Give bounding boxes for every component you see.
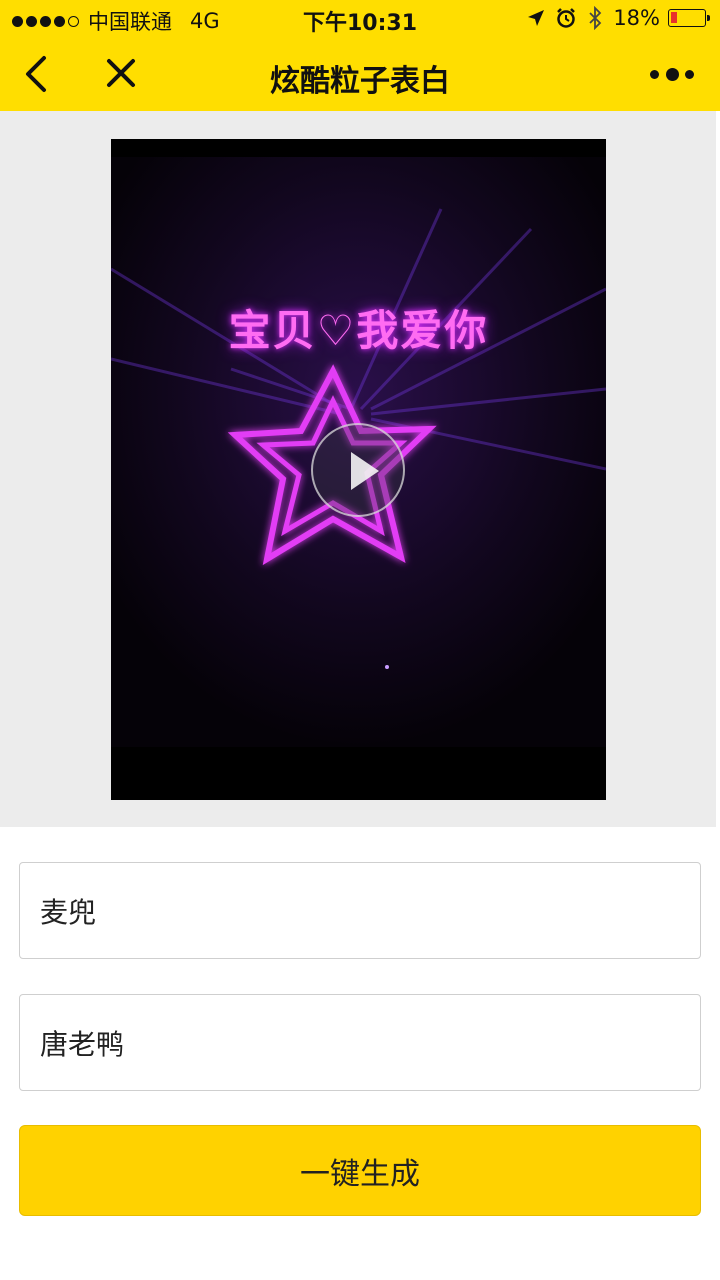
nav-bar: 炫酷粒子表白	[0, 38, 720, 111]
more-dot-icon	[650, 69, 659, 79]
battery-percent: 18%	[613, 6, 660, 30]
more-button[interactable]	[650, 62, 694, 86]
name-field-1[interactable]: 麦兜	[19, 862, 701, 959]
top-bar: 中国联通 4G 下午10:31 18% 炫酷粒子表白	[0, 0, 720, 111]
name-field-2[interactable]: 唐老鸭	[19, 994, 701, 1091]
more-dot-icon	[665, 67, 679, 81]
battery-fill	[671, 12, 677, 23]
video-overlay-text: 宝贝♡我爱你	[228, 306, 489, 355]
more-dot-icon	[685, 69, 694, 79]
page-title: 炫酷粒子表白	[270, 64, 450, 99]
alarm-clock-icon	[557, 8, 576, 28]
battery-icon	[668, 9, 710, 27]
location-arrow-icon	[528, 10, 545, 26]
bluetooth-icon	[589, 6, 602, 30]
generate-button[interactable]: 一键生成	[19, 1125, 701, 1216]
video-player[interactable]: 宝贝♡我爱你	[111, 139, 606, 800]
play-icon[interactable]	[311, 423, 405, 517]
status-right: 18%	[527, 6, 710, 30]
status-bar: 中国联通 4G 下午10:31 18%	[0, 0, 720, 38]
